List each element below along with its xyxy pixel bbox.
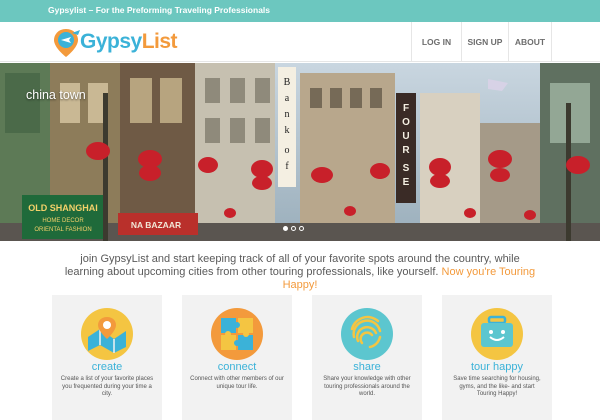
sign-bank-letter-2: a <box>285 93 290 104</box>
sign-four-letter-2: O <box>402 117 410 128</box>
top-banner: Gypsylist – For the Preforming Traveling… <box>0 0 600 22</box>
logo-part-gypsy: Gypsy <box>80 30 142 53</box>
feature-desc: Save time searching for housing, gyms, a… <box>453 376 541 397</box>
sign-bank-letter-1: B <box>284 77 291 88</box>
sign-bazaar: NA BAZAAR <box>131 220 181 230</box>
feature-desc: Share your knowledge with other touring … <box>323 376 411 397</box>
feature-title: share <box>353 361 381 373</box>
sign-bank-letter-5: o <box>285 145 290 156</box>
feature-title: connect <box>217 361 257 373</box>
feature-desc: Connect with other members of our unique… <box>190 376 284 390</box>
feature-title: tour happy <box>471 361 523 373</box>
logo-wordmark: GypsyList <box>80 30 178 54</box>
hero-image: B a n k o f F O U R S E OLD SHANGHAI HOM… <box>0 63 600 241</box>
sign-four-letter-1: F <box>403 103 409 114</box>
site-header: GypsyList LOG IN SIGN UP ABOUT <box>0 22 600 62</box>
main-nav: LOG IN SIGN UP ABOUT <box>411 22 552 62</box>
map-pin-plane-icon <box>54 29 80 57</box>
hero-slider[interactable]: B a n k o f F O U R S E OLD SHANGHAI HOM… <box>0 63 600 241</box>
login-link[interactable]: LOG IN <box>411 22 461 62</box>
logo[interactable]: GypsyList <box>52 27 178 59</box>
sign-home-decor: HOME DECOR <box>42 218 84 224</box>
happy-suitcase-icon <box>471 308 523 360</box>
map-pin-icon <box>81 308 133 360</box>
sign-bank-letter-3: n <box>285 109 290 120</box>
feature-card-share[interactable]: share Share your knowledge with other to… <box>312 295 422 420</box>
sign-four-letter-3: U <box>402 131 409 142</box>
slide-dot-2[interactable] <box>291 226 296 231</box>
sign-bank-letter-4: k <box>285 125 290 136</box>
intro-text: join GypsyList and start keeping track o… <box>60 253 540 292</box>
feature-card-tour-happy[interactable]: tour happy Save time searching for housi… <box>442 295 552 420</box>
site-tagline: Gypsylist – For the Preforming Traveling… <box>48 5 271 15</box>
feature-card-connect[interactable]: connect Connect with other members of ou… <box>182 295 292 420</box>
feature-card-create[interactable]: create Create a list of your favorite pl… <box>52 295 162 420</box>
slide-dot-3[interactable] <box>299 226 304 231</box>
puzzle-icon <box>211 308 263 360</box>
sign-oriental-fashion: ORIENTAL FASHION <box>34 227 91 233</box>
feature-desc: Create a list of your favorite places yo… <box>60 376 154 397</box>
feature-title: create <box>91 361 123 373</box>
sign-old-shanghai: OLD SHANGHAI <box>28 203 98 213</box>
signup-link[interactable]: SIGN UP <box>461 22 508 62</box>
sign-four-letter-4: R <box>402 145 410 156</box>
hero-caption: china town <box>26 88 86 102</box>
about-link[interactable]: ABOUT <box>508 22 552 62</box>
fingerprint-icon <box>341 308 393 360</box>
sign-seas-letter-2: E <box>403 177 410 188</box>
slide-dot-1[interactable] <box>283 226 288 231</box>
logo-part-list: List <box>141 30 178 53</box>
slide-dots <box>283 226 304 231</box>
sign-seas-letter-1: S <box>403 163 410 174</box>
